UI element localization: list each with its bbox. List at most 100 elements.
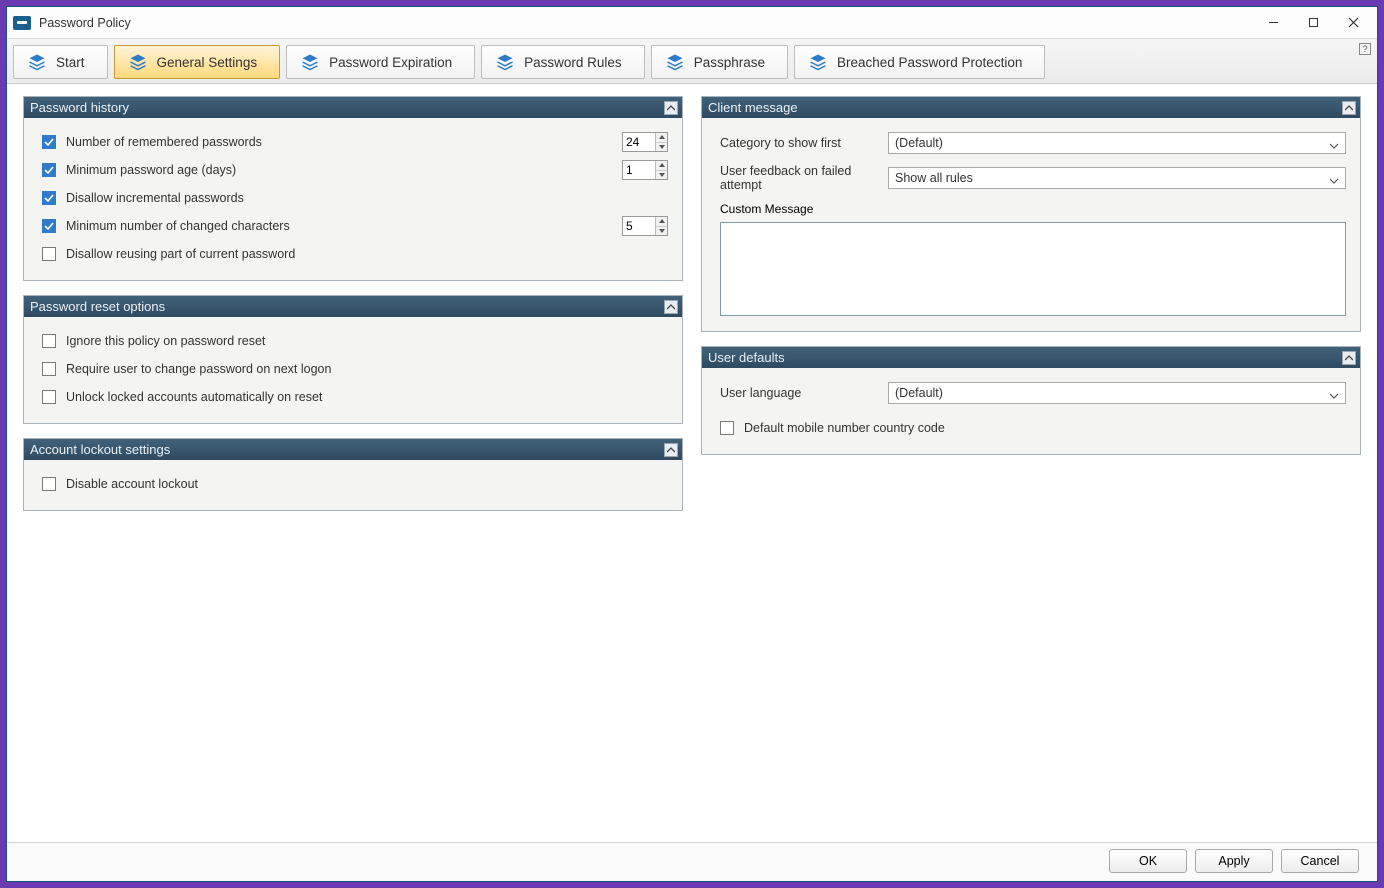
check-icon <box>44 137 54 147</box>
spinner-input[interactable] <box>623 161 655 179</box>
close-button[interactable] <box>1333 9 1373 37</box>
stack-icon <box>301 53 319 71</box>
collapse-button[interactable] <box>1342 101 1356 115</box>
tab-breached-password[interactable]: Breached Password Protection <box>794 45 1045 79</box>
checkbox-min-changed-chars[interactable] <box>42 219 56 233</box>
chevron-up-icon <box>659 163 665 167</box>
check-icon <box>44 165 54 175</box>
tab-general-settings[interactable]: General Settings <box>114 45 281 79</box>
left-column: Password history Number of remembered pa… <box>23 96 683 836</box>
check-icon <box>44 221 54 231</box>
tab-label: Password Rules <box>524 55 622 70</box>
tab-label: Breached Password Protection <box>837 55 1022 70</box>
minimize-button[interactable] <box>1253 9 1293 37</box>
checkbox-min-password-age[interactable] <box>42 163 56 177</box>
checkbox-remembered-passwords[interactable] <box>42 135 56 149</box>
panel-header: Password reset options <box>24 296 682 317</box>
panel-client-message: Client message Category to show first (D… <box>701 96 1361 332</box>
label-remembered-passwords: Number of remembered passwords <box>66 135 622 149</box>
label-category: Category to show first <box>720 136 888 150</box>
checkbox-default-mobile-code[interactable] <box>720 421 734 435</box>
panel-password-reset: Password reset options Ignore this polic… <box>23 295 683 424</box>
titlebar: Password Policy <box>7 7 1377 39</box>
spinner-min-changed-chars[interactable] <box>622 216 668 236</box>
close-icon <box>1348 17 1359 28</box>
chevron-up-icon <box>667 104 675 112</box>
tab-label: Passphrase <box>694 55 765 70</box>
tab-label: Start <box>56 55 85 70</box>
right-column: Client message Category to show first (D… <box>701 96 1361 836</box>
label-user-language: User language <box>720 386 888 400</box>
panel-title: Client message <box>708 100 798 115</box>
tab-password-expiration[interactable]: Password Expiration <box>286 45 475 79</box>
chevron-down-icon <box>1329 177 1339 185</box>
maximize-icon <box>1308 17 1319 28</box>
minimize-icon <box>1268 17 1279 28</box>
tab-password-rules[interactable]: Password Rules <box>481 45 645 79</box>
panel-header: Password history <box>24 97 682 118</box>
help-icon[interactable]: ? <box>1359 43 1371 55</box>
maximize-button[interactable] <box>1293 9 1333 37</box>
select-category[interactable]: (Default) <box>888 132 1346 154</box>
label-min-changed-chars: Minimum number of changed characters <box>66 219 622 233</box>
collapse-button[interactable] <box>664 300 678 314</box>
chevron-up-icon <box>659 135 665 139</box>
label-min-password-age: Minimum password age (days) <box>66 163 622 177</box>
tab-strip: Start General Settings Password Expirati… <box>7 39 1377 84</box>
panel-title: Password history <box>30 100 129 115</box>
panel-password-history: Password history Number of remembered pa… <box>23 96 683 281</box>
checkbox-disable-lockout[interactable] <box>42 477 56 491</box>
collapse-button[interactable] <box>664 443 678 457</box>
spin-up[interactable] <box>656 133 667 143</box>
spinner-input[interactable] <box>623 133 655 151</box>
label-feedback: User feedback on failed attempt <box>720 164 888 192</box>
ok-button[interactable]: OK <box>1109 849 1187 873</box>
apply-button[interactable]: Apply <box>1195 849 1273 873</box>
spinner-min-password-age[interactable] <box>622 160 668 180</box>
chevron-up-icon <box>1345 104 1353 112</box>
window-frame: Password Policy Start General Settings P… <box>6 6 1378 882</box>
spin-up[interactable] <box>656 161 667 171</box>
label-custom-message: Custom Message <box>720 202 1346 216</box>
stack-icon <box>809 53 827 71</box>
app-icon <box>13 16 31 30</box>
select-feedback[interactable]: Show all rules <box>888 167 1346 189</box>
tab-passphrase[interactable]: Passphrase <box>651 45 788 79</box>
spinner-remembered-passwords[interactable] <box>622 132 668 152</box>
tab-label: General Settings <box>157 55 258 70</box>
stack-icon <box>28 53 46 71</box>
tab-label: Password Expiration <box>329 55 452 70</box>
label-unlock-accounts: Unlock locked accounts automatically on … <box>66 390 668 404</box>
chevron-up-icon <box>667 446 675 454</box>
chevron-down-icon <box>659 229 665 233</box>
checkbox-ignore-policy[interactable] <box>42 334 56 348</box>
spin-up[interactable] <box>656 217 667 227</box>
spin-down[interactable] <box>656 171 667 180</box>
stack-icon <box>129 53 147 71</box>
textarea-custom-message[interactable] <box>720 222 1346 316</box>
chevron-down-icon <box>659 145 665 149</box>
panel-title: User defaults <box>708 350 785 365</box>
spin-down[interactable] <box>656 227 667 236</box>
label-require-change: Require user to change password on next … <box>66 362 668 376</box>
checkbox-disallow-reuse[interactable] <box>42 247 56 261</box>
label-ignore-policy: Ignore this policy on password reset <box>66 334 668 348</box>
select-user-language[interactable]: (Default) <box>888 382 1346 404</box>
checkbox-disallow-incremental[interactable] <box>42 191 56 205</box>
panel-title: Account lockout settings <box>30 442 170 457</box>
checkbox-unlock-accounts[interactable] <box>42 390 56 404</box>
collapse-button[interactable] <box>664 101 678 115</box>
select-value: (Default) <box>895 136 943 150</box>
spin-down[interactable] <box>656 143 667 152</box>
collapse-button[interactable] <box>1342 351 1356 365</box>
tab-start[interactable]: Start <box>13 45 108 79</box>
cancel-button[interactable]: Cancel <box>1281 849 1359 873</box>
chevron-up-icon <box>1345 354 1353 362</box>
chevron-down-icon <box>1329 392 1339 400</box>
chevron-down-icon <box>659 173 665 177</box>
checkbox-require-change[interactable] <box>42 362 56 376</box>
panel-account-lockout: Account lockout settings Disable account… <box>23 438 683 511</box>
panel-header: Client message <box>702 97 1360 118</box>
check-icon <box>44 193 54 203</box>
spinner-input[interactable] <box>623 217 655 235</box>
